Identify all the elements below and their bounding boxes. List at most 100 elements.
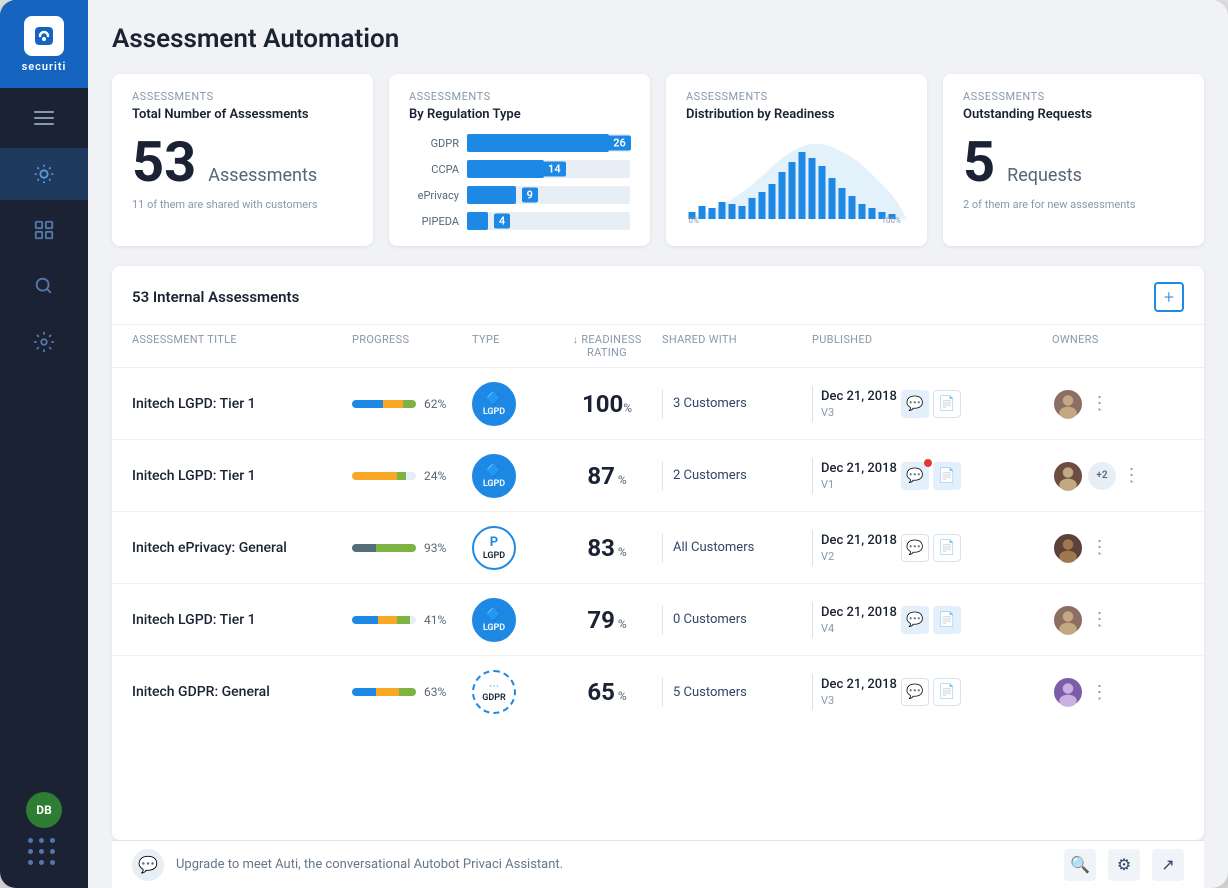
shared-cell-4: 0 Customers	[662, 605, 812, 635]
bar-value-ccpa: 14	[543, 162, 566, 177]
progress-pct-1: 62%	[424, 397, 446, 411]
bar-track-eprivacy: 9	[467, 186, 630, 204]
nav-item-settings[interactable]	[0, 316, 88, 368]
type-cell-4[interactable]: 🔷 LGPD	[472, 598, 552, 642]
shared-cell-1: 3 Customers	[662, 389, 812, 419]
type-cell-5[interactable]: ⋯ GDPR	[472, 670, 552, 714]
published-cell-2: Dec 21, 2018 V1 💬 📄	[812, 458, 972, 494]
published-cell-3: Dec 21, 2018 V2 💬 📄	[812, 530, 972, 566]
search-bottom-button[interactable]: 🔍	[1064, 849, 1096, 881]
nav-item-radio[interactable]	[0, 148, 88, 200]
user-avatar[interactable]: DB	[26, 792, 62, 828]
chat-bubble-icon: 💬	[132, 849, 164, 881]
col-header-shared: Shared With	[662, 333, 812, 359]
svg-text:0%: 0%	[689, 216, 699, 224]
bar-label-ccpa: CCPA	[409, 163, 459, 176]
progress-cell-4: 41%	[352, 613, 472, 627]
row-title-5: Initech GDPR: General	[132, 684, 352, 700]
sidebar-bottom: DB	[26, 792, 62, 872]
readiness-cell-5: 65 %	[552, 678, 662, 706]
progress-pct-4: 41%	[424, 613, 446, 627]
table-title: 53 Internal Assessments	[132, 288, 299, 306]
col-header-type: Type	[472, 333, 552, 359]
row-more-btn-3[interactable]: ⋮	[1088, 536, 1112, 560]
owners-cell-5: ⋮	[1052, 676, 1152, 708]
row-more-btn-2[interactable]: ⋮	[1120, 464, 1144, 488]
bar-fill-eprivacy: 9	[467, 186, 516, 204]
progress-cell-2: 24%	[352, 469, 472, 483]
doc-icon-2[interactable]: 📄	[933, 462, 961, 490]
add-assessment-button[interactable]: +	[1154, 282, 1184, 312]
table-body: Initech LGPD: Tier 1 62% 🔷 LGPD	[112, 368, 1204, 840]
doc-icon-4[interactable]: 📄	[933, 606, 961, 634]
menu-toggle[interactable]	[0, 96, 88, 140]
bar-value-eprivacy: 9	[522, 188, 538, 203]
chat-icon-5[interactable]: 💬	[901, 678, 929, 706]
stat-label-4: Assessments	[963, 90, 1184, 103]
shared-cell-5: 5 Customers	[662, 677, 812, 707]
col-header-title: Assessment Title	[132, 333, 352, 359]
bottom-bar: 💬 Upgrade to meet Auti, the conversation…	[112, 840, 1204, 888]
owner-avatar-3	[1052, 532, 1084, 564]
shared-cell-3: All Customers	[662, 533, 812, 563]
stat-card-total: Assessments Total Number of Assessments …	[112, 74, 373, 246]
owner-more-2: +2	[1088, 462, 1116, 490]
type-cell-2[interactable]: 🔷 LGPD	[472, 454, 552, 498]
row-more-btn-4[interactable]: ⋮	[1088, 608, 1112, 632]
owners-cell-2: +2 ⋮	[1052, 460, 1152, 492]
chat-icon-4[interactable]: 💬	[901, 606, 929, 634]
owners-cell-4: ⋮	[1052, 604, 1152, 636]
expand-bottom-button[interactable]: ↗	[1152, 849, 1184, 881]
stat-label-3: Assessments	[686, 90, 907, 103]
nav-item-grid[interactable]	[0, 204, 88, 256]
shared-cell-2: 2 Customers	[662, 461, 812, 491]
col-header-actions	[972, 333, 1052, 359]
doc-icon-1[interactable]: 📄	[933, 390, 961, 418]
type-cell-3[interactable]: P LGPD	[472, 526, 552, 570]
stat-label-1: Assessments	[132, 90, 353, 103]
main-content: Assessment Automation Assessments Total …	[88, 0, 1228, 888]
row-title-4: Initech LGPD: Tier 1	[132, 612, 352, 628]
row-title-3: Initech ePrivacy: General	[132, 540, 352, 556]
progress-pct-2: 24%	[424, 469, 446, 483]
published-cell-4: Dec 21, 2018 V4 💬 📄	[812, 602, 972, 638]
col-header-readiness: ↓ Readiness Rating	[552, 333, 662, 359]
app-grid[interactable]	[26, 836, 62, 872]
nav-item-search[interactable]	[0, 260, 88, 312]
chat-icon-1[interactable]: 💬	[901, 390, 929, 418]
bar-value-pipeda: 4	[494, 214, 510, 229]
bar-track-pipeda: 4	[467, 212, 630, 230]
owner-avatar-2	[1052, 460, 1084, 492]
table-row: Initech LGPD: Tier 1 62% 🔷 LGPD	[112, 368, 1204, 440]
doc-icon-5[interactable]: 📄	[933, 678, 961, 706]
type-cell-1[interactable]: 🔷 LGPD	[472, 382, 552, 426]
owner-avatar-5	[1052, 676, 1084, 708]
bar-value-gdpr: 26	[608, 136, 631, 151]
sidebar: securiti	[0, 0, 88, 888]
table-row: Initech GDPR: General 63% ⋯ GDPR	[112, 656, 1204, 728]
row-title-2: Initech LGPD: Tier 1	[132, 468, 352, 484]
readiness-cell-4: 79 %	[552, 606, 662, 634]
row-more-btn-1[interactable]: ⋮	[1088, 392, 1112, 416]
progress-pct-5: 63%	[424, 685, 446, 699]
row-more-btn-5[interactable]: ⋮	[1088, 680, 1112, 704]
filter-bottom-button[interactable]: ⚙	[1108, 849, 1140, 881]
stat-number-4: 5	[963, 134, 995, 190]
table-row: Initech LGPD: Tier 1 41% 🔷 LGPD	[112, 584, 1204, 656]
col-headers: Assessment Title Progress Type ↓ Readine…	[112, 325, 1204, 368]
doc-icon-3[interactable]: 📄	[933, 534, 961, 562]
bar-label-gdpr: GDPR	[409, 137, 459, 150]
chat-icon-3[interactable]: 💬	[901, 534, 929, 562]
progress-cell-5: 63%	[352, 685, 472, 699]
stat-card-regulation: Assessments By Regulation Type GDPR 26 C…	[389, 74, 650, 246]
stat-title-4: Outstanding Requests	[963, 107, 1184, 122]
stat-number-1: 53	[132, 134, 196, 190]
bar-gdpr: GDPR 26	[409, 134, 630, 152]
bar-label-eprivacy: ePrivacy	[409, 189, 459, 202]
logo[interactable]: securiti	[0, 0, 88, 88]
distribution-chart: 0% 100%	[686, 134, 907, 224]
bar-fill-pipeda: 4	[467, 212, 488, 230]
chat-icon-2[interactable]: 💬	[901, 462, 929, 490]
stat-label-2: Assessments	[409, 90, 630, 103]
svg-text:100%: 100%	[882, 216, 901, 224]
